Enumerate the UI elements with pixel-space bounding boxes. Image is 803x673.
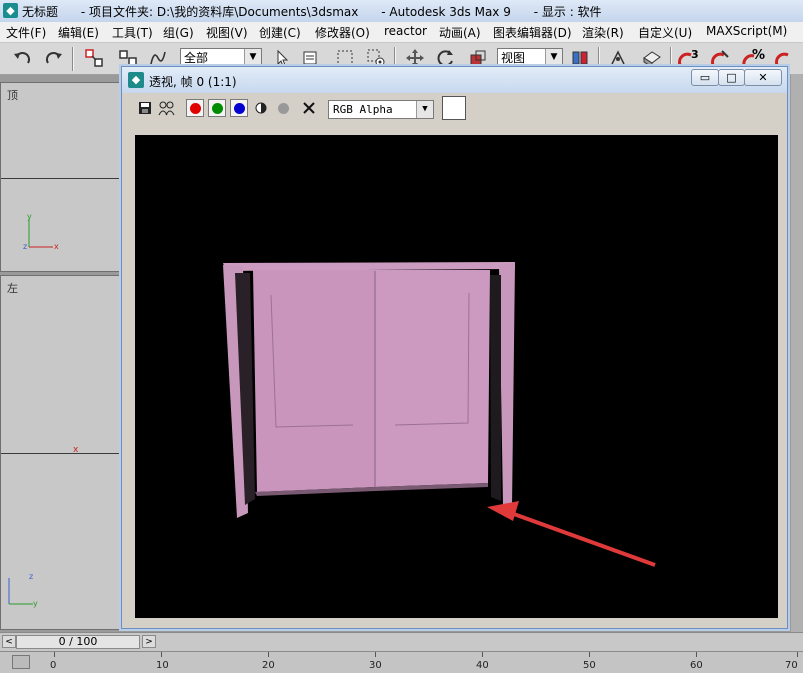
trackbar[interactable]: 0 10 20 30 40 50 60 70	[0, 651, 803, 673]
toolbar-divider	[72, 47, 74, 71]
rendered-frame-window: ◆ 透视, 帧 0 (1:1) ▭ □ ✕ RGB Alpha ▼	[121, 66, 788, 629]
tick-label: 0	[50, 660, 57, 671]
axis-y-label: y	[33, 599, 38, 608]
axis-z-label: z	[23, 242, 27, 251]
red-dot	[189, 102, 201, 114]
next-frame-button[interactable]: >	[142, 635, 156, 648]
tick-label: 60	[690, 660, 703, 671]
pixel-color-swatch[interactable]	[442, 96, 466, 120]
selection-filter-value: 全部	[184, 51, 209, 65]
app-titlebar: ◆ 无标题 - 项目文件夹: D:\我的资料库\Documents\3dsmax…	[0, 0, 803, 23]
axis-x-marker: x	[73, 445, 79, 455]
redo-icon[interactable]	[42, 47, 66, 69]
menu-create[interactable]: 创建(C)	[259, 24, 301, 41]
green-dot	[211, 102, 223, 114]
menu-group[interactable]: 组(G)	[163, 24, 194, 41]
red-channel-icon[interactable]	[186, 99, 204, 117]
viewport-top[interactable]: 顶 y x z	[0, 82, 124, 272]
select-link-icon[interactable]	[82, 47, 106, 69]
viewport-left-label: 左	[7, 282, 18, 295]
channel-dropdown[interactable]: RGB Alpha ▼	[328, 100, 434, 119]
prev-frame-button[interactable]: <	[2, 635, 16, 648]
menu-views[interactable]: 视图(V)	[206, 24, 248, 41]
menu-edit[interactable]: 编辑(E)	[58, 24, 99, 41]
viewport-grid-line	[1, 453, 123, 454]
time-slider: < 0 / 100 >	[0, 632, 803, 651]
app-logo-icon: ◆	[3, 3, 18, 18]
blue-channel-icon[interactable]	[230, 99, 248, 117]
maximize-button[interactable]: □	[718, 69, 745, 86]
viewport-grid-line	[1, 178, 123, 179]
rendered-frame-titlebar[interactable]: ◆ 透视, 帧 0 (1:1) ▭ □ ✕	[122, 67, 787, 93]
axis-x-label: x	[54, 242, 59, 251]
reference-coord-value: 视图	[501, 51, 526, 65]
tick-label: 40	[476, 660, 489, 671]
menubar: 文件(F) 编辑(E) 工具(T) 组(G) 视图(V) 创建(C) 修改器(O…	[0, 22, 803, 43]
menu-rendering[interactable]: 渲染(R)	[582, 24, 624, 41]
menu-maxscript[interactable]: MAXScript(M)	[706, 24, 787, 38]
time-slider-thumb[interactable]: 0 / 100	[16, 635, 140, 649]
tick-label: 20	[262, 660, 275, 671]
tick-label: 30	[369, 660, 382, 671]
green-channel-icon[interactable]	[208, 99, 226, 117]
right-viewport-edge	[791, 74, 803, 634]
percent-label: %	[752, 48, 765, 63]
mono-icon[interactable]	[252, 99, 270, 117]
3ds-max-icon: ◆	[128, 72, 144, 88]
clone-icon[interactable]	[158, 99, 176, 117]
render-canvas	[135, 135, 778, 618]
menu-file[interactable]: 文件(F)	[6, 24, 46, 41]
axis-z-label: z	[29, 572, 33, 581]
chevron-down-icon: ▼	[545, 49, 562, 65]
blue-dot	[233, 102, 245, 114]
menu-modifiers[interactable]: 修改器(O)	[315, 24, 370, 41]
rendered-cabinet-image	[223, 262, 656, 567]
minimize-button[interactable]: ▭	[691, 69, 719, 86]
chevron-down-icon: ▼	[416, 101, 433, 118]
axis-y-label: y	[27, 213, 32, 221]
axis-gizmo-icon: y x z	[23, 213, 59, 251]
tick-label: 70	[785, 660, 798, 671]
viewport-top-label: 顶	[7, 89, 18, 102]
chevron-down-icon: ▼	[244, 49, 261, 65]
curve-editor-icon[interactable]	[12, 655, 30, 669]
tick-label: 10	[156, 660, 169, 671]
menu-animation[interactable]: 动画(A)	[439, 24, 481, 41]
rendered-frame-toolbar: RGB Alpha ▼	[128, 95, 778, 123]
close-button[interactable]: ✕	[744, 69, 782, 86]
channel-value: RGB Alpha	[333, 103, 393, 116]
rendered-frame-title: 透视, 帧 0 (1:1)	[149, 75, 237, 89]
menu-reactor[interactable]: reactor	[384, 24, 427, 38]
menu-tools[interactable]: 工具(T)	[112, 24, 153, 41]
window-title: 无标题 - 项目文件夹: D:\我的资料库\Documents\3dsmax -…	[22, 5, 602, 19]
save-icon[interactable]	[136, 99, 154, 117]
menu-customize[interactable]: 自定义(U)	[638, 24, 692, 41]
clear-icon[interactable]	[300, 99, 318, 117]
viewport-left[interactable]: 左 x z y	[0, 275, 124, 630]
tick-label: 50	[583, 660, 596, 671]
reference-coord-dropdown[interactable]: 视图 ▼	[497, 48, 563, 66]
snap-level-label: 3	[691, 48, 699, 61]
undo-icon[interactable]	[10, 47, 34, 69]
menu-graph-editors[interactable]: 图表编辑器(D)	[493, 24, 572, 41]
alpha-icon[interactable]	[274, 99, 292, 117]
selection-filter-dropdown[interactable]: 全部 ▼	[180, 48, 262, 66]
axis-gizmo-icon: z y	[8, 572, 38, 608]
